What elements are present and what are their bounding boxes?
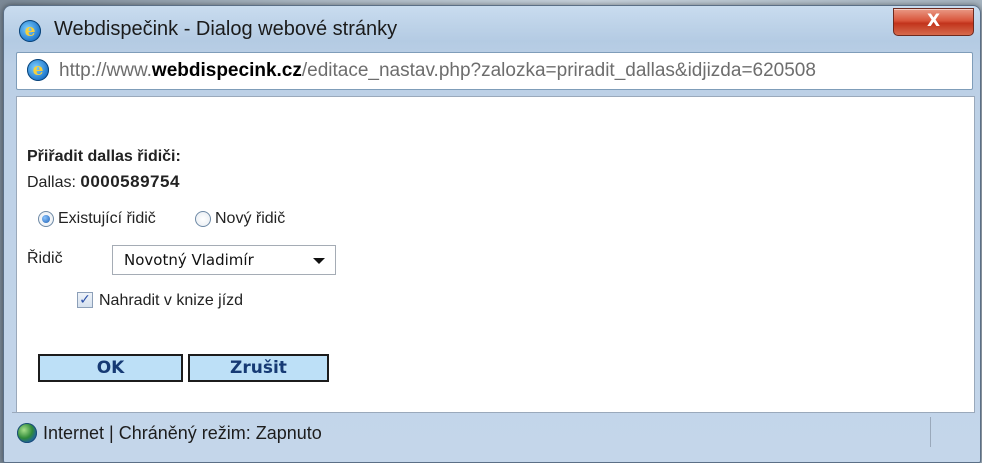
- chevron-down-icon: [313, 258, 325, 264]
- replace-checkbox-label[interactable]: Nahradit v knize jízd: [99, 292, 243, 310]
- cancel-button[interactable]: Zrušit: [188, 354, 329, 382]
- address-url: http://www.webdispecink.cz/editace_nasta…: [59, 60, 816, 82]
- globe-icon: [17, 423, 37, 443]
- url-domain: webdispecink.cz: [151, 60, 302, 81]
- ie-icon: e: [19, 20, 41, 42]
- title-bar[interactable]: e Webdispečink - Dialog webové stránky X: [4, 6, 980, 48]
- dallas-value: 0000589754: [80, 172, 180, 191]
- ie-icon: e: [27, 59, 49, 81]
- radio-existing-driver[interactable]: [38, 211, 54, 227]
- driver-label: Řidič: [27, 250, 63, 267]
- dallas-label: Dallas:: [27, 174, 76, 191]
- replace-checkbox[interactable]: ✓: [77, 292, 93, 308]
- ok-button[interactable]: OK: [38, 354, 183, 382]
- close-button[interactable]: X: [893, 8, 974, 36]
- radio-new-label[interactable]: Nový řidič: [215, 210, 285, 228]
- form-heading: Přiřadit dallas řidiči:: [27, 148, 181, 165]
- status-text: Internet | Chráněný režim: Zapnuto: [43, 423, 322, 443]
- url-path: /editace_nastav.php?zalozka=priradit_dal…: [301, 60, 816, 81]
- radio-new-driver[interactable]: [195, 211, 211, 227]
- status-bar: Internet | Chráněný režim: Zapnuto: [12, 412, 967, 451]
- address-bar: e http://www.webdispecink.cz/editace_nas…: [16, 52, 973, 90]
- window-title: Webdispečink - Dialog webové stránky: [54, 18, 398, 40]
- radio-existing-label[interactable]: Existující řidič: [58, 210, 156, 228]
- dialog-window: e Webdispečink - Dialog webové stránky X…: [3, 5, 981, 463]
- status-divider: [930, 417, 931, 447]
- dallas-row: Dallas: 0000589754: [27, 172, 180, 192]
- driver-select[interactable]: Novotný Vladimír: [112, 245, 336, 275]
- url-prefix: http://www.: [59, 60, 152, 81]
- driver-select-value: Novotný Vladimír: [124, 251, 254, 269]
